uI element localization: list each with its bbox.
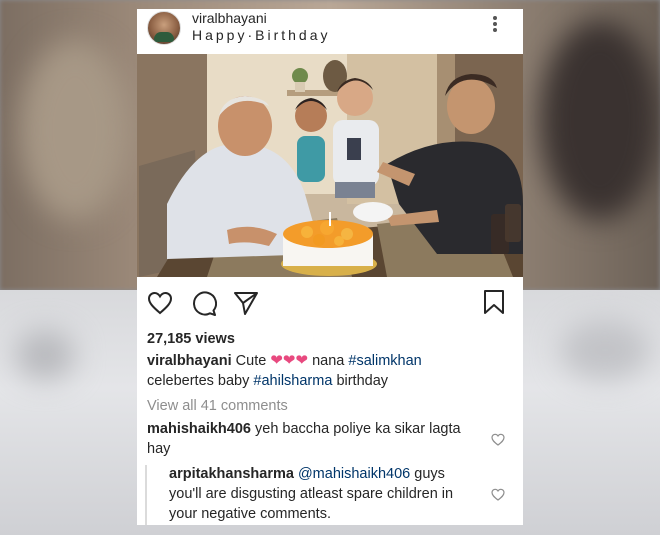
instagram-post-card: viralbhayani Happy·Birthday 27,185 views…: [137, 9, 523, 525]
comment-bubble-icon[interactable]: [191, 291, 217, 317]
comment-username[interactable]: mahishaikh406: [147, 421, 251, 437]
caption: viralbhayani Cute ❤❤❤ nana #salimkhan ce…: [147, 351, 517, 391]
caption-text: nana: [312, 353, 345, 369]
comment-item: mahishaikh406 yeh baccha poliye ka sikar…: [147, 419, 482, 459]
view-all-comments-link[interactable]: View all 41 comments: [147, 396, 517, 416]
avatar[interactable]: [147, 11, 181, 45]
heart-outline-icon[interactable]: [147, 291, 173, 315]
post-photo[interactable]: [137, 54, 523, 277]
comment-like-heart-icon[interactable]: [491, 433, 505, 446]
more-vertical-icon[interactable]: [490, 14, 500, 36]
post-location[interactable]: Happy·Birthday: [192, 27, 331, 43]
reply-thread-line: [145, 465, 147, 525]
comment-like-heart-icon[interactable]: [491, 488, 505, 501]
hashtag-link[interactable]: #salimkhan: [348, 353, 421, 369]
caption-text: Cute: [235, 353, 267, 369]
paper-plane-icon[interactable]: [233, 291, 259, 315]
comment-username[interactable]: arpitakhansharma: [169, 466, 294, 482]
caption-username[interactable]: viralbhayani: [147, 353, 232, 369]
post-header: viralbhayani Happy·Birthday: [137, 9, 523, 54]
comment-reply-item: arpitakhansharma @mahishaikh406 guys you…: [169, 464, 481, 524]
post-username[interactable]: viralbhayani: [192, 10, 267, 26]
caption-text: celebertes baby: [147, 373, 250, 389]
caption-text: birthday: [336, 373, 389, 389]
view-count[interactable]: 27,185 views: [147, 329, 517, 349]
bookmark-icon[interactable]: [483, 289, 505, 315]
heart-emoji-icon: ❤❤❤: [270, 352, 309, 369]
mention-link[interactable]: @mahishaikh406: [298, 466, 410, 482]
post-actions-bar: [137, 277, 523, 327]
hashtag-link[interactable]: #ahilsharma: [253, 373, 332, 389]
